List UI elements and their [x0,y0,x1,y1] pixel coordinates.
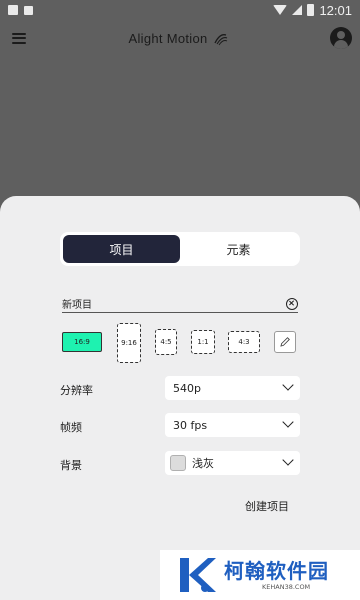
framerate-label: 帧频 [60,421,82,434]
tab-element[interactable]: 元素 [180,235,297,263]
aspect-ratio-selector: 16:9 9:16 4:5 1:1 4:3 [62,322,300,363]
signal-icon [292,5,303,15]
menu-icon[interactable] [12,32,26,44]
image-icon [8,5,18,15]
resolution-value: 540p [173,381,201,395]
chevron-down-icon [282,454,294,466]
chevron-down-icon [282,416,294,428]
kehan-logo-icon [180,558,216,592]
framerate-value: 30 fps [173,418,208,432]
new-project-sheet: 项目 元素 新项目 16:9 9:16 4:5 1:1 4:3 分辨率 540p… [0,196,360,600]
create-project-button[interactable]: 创建项目 [232,498,302,514]
framerate-select[interactable]: 30 fps [165,413,300,437]
chevron-down-icon [282,379,294,391]
watermark-subtitle: KEHAN38.COM [262,583,311,591]
a-icon [24,5,33,15]
app-bar: Alight Motion [0,20,360,56]
watermark: 柯翰软件园 KEHAN38.COM [160,550,360,600]
ratio-16-9[interactable]: 16:9 [62,332,102,352]
sheet-tabs: 项目 元素 [60,232,300,266]
status-right: 12:01 [273,3,352,18]
profile-icon[interactable] [330,27,352,49]
wifi-icon [273,5,288,15]
app-title: Alight Motion [128,30,208,46]
status-time: 12:01 [319,2,352,18]
pencil-icon [280,337,290,347]
watermark-title: 柯翰软件园 [224,559,329,583]
resolution-label: 分辨率 [60,384,93,397]
ratio-4-5[interactable]: 4:5 [155,329,177,355]
battery-icon [307,4,315,16]
alight-motion-logo-icon [213,34,227,46]
ratio-9-16[interactable]: 9:16 [117,323,141,363]
app-logo: Alight Motion [128,30,227,46]
resolution-select[interactable]: 540p [165,376,300,400]
ratio-4-3[interactable]: 4:3 [228,331,260,353]
tab-project[interactable]: 项目 [63,235,180,263]
background-swatch [170,455,186,471]
watermark-text: 柯翰软件园 KEHAN38.COM [224,559,329,591]
background-value: 浅灰 [192,457,214,470]
status-bar: 12:01 [0,0,360,20]
background-select[interactable]: 浅灰 [165,451,300,475]
clear-icon[interactable] [286,297,298,310]
project-name-input[interactable]: 新项目 [62,296,92,311]
background-label: 背景 [60,459,82,472]
custom-ratio-button[interactable] [274,331,296,353]
ratio-1-1[interactable]: 1:1 [191,330,215,354]
project-name-field[interactable]: 新项目 [62,295,298,313]
status-left [8,5,33,15]
